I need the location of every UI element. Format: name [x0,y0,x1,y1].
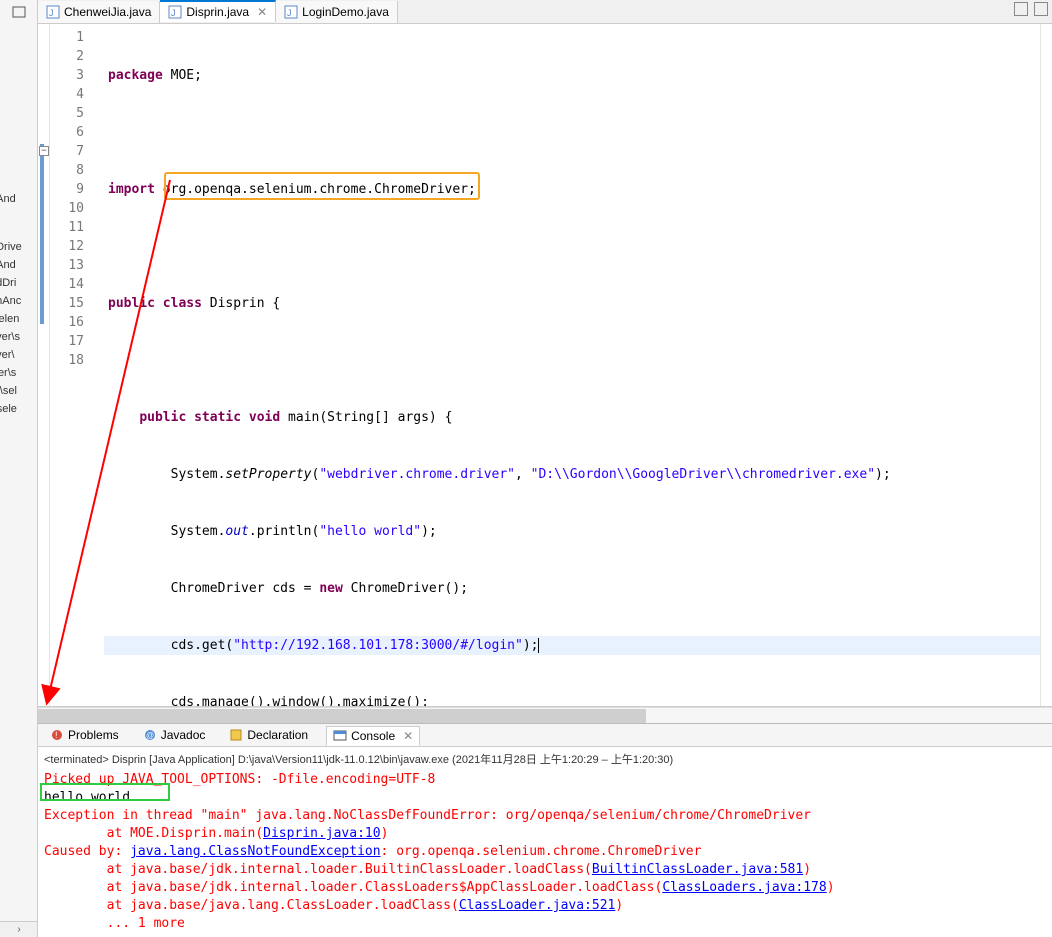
code-editor[interactable]: 1 2 3 4 5 6 −7 8 9 10 11 12 13 14 15 16 … [38,24,1052,707]
console-line: at MOE.Disprin.main(Disprin.java:10) [44,825,1046,843]
stack-trace-link[interactable]: BuiltinClassLoader.java:581 [592,862,803,877]
svg-text:J: J [287,8,292,18]
declaration-icon [229,728,243,742]
bottom-view-tabs: ! Problems @ Javadoc Declaration Console… [38,723,1052,747]
console-line: at java.base/jdk.internal.loader.ClassLo… [44,879,1046,897]
console-status: <terminated> Disprin [Java Application] … [44,751,1046,771]
maximize-view-icon[interactable] [1034,2,1048,16]
console-line: Picked up JAVA_TOOL_OPTIONS: -Dfile.enco… [44,771,1046,789]
svg-text:J: J [171,8,176,18]
java-file-icon: J [284,5,298,19]
code-area[interactable]: package MOE; import org.openqa.selenium.… [104,24,1040,706]
stack-trace-link[interactable]: ClassLoaders.java:178 [662,880,826,895]
fold-icon[interactable]: − [39,146,49,156]
tab-disprin[interactable]: J Disprin.java ✕ [160,0,276,22]
stack-trace-link[interactable]: ClassLoader.java:521 [459,898,616,913]
problems-icon: ! [50,728,64,742]
close-icon[interactable]: ✕ [257,5,267,19]
svg-text:@: @ [146,731,154,740]
svg-text:J: J [49,8,54,18]
tab-chenweijia[interactable]: J ChenweiJia.java [38,1,160,23]
tab-console[interactable]: Console ✕ [326,726,420,746]
line-number-gutter: 1 2 3 4 5 6 −7 8 9 10 11 12 13 14 15 16 … [50,24,90,706]
editor-tab-bar: J ChenweiJia.java J Disprin.java ✕ J Log… [38,0,1052,24]
console-line: Caused by: java.lang.ClassNotFoundExcept… [44,843,1046,861]
change-marker-bar [38,24,50,706]
stack-trace-link[interactable]: java.lang.ClassNotFoundException [130,844,380,859]
tab-logindemo[interactable]: J LoginDemo.java [276,1,398,23]
tab-declaration[interactable]: Declaration [223,726,314,744]
javadoc-icon: @ [143,728,157,742]
console-view[interactable]: <terminated> Disprin [Java Application] … [38,747,1052,937]
svg-text:!: ! [55,730,58,740]
left-scrollbar[interactable]: › [0,921,38,937]
restore-view-icon[interactable] [11,4,27,20]
overview-ruler[interactable] [1040,24,1052,706]
editor-horizontal-scrollbar[interactable] [38,707,1052,723]
tab-problems[interactable]: ! Problems [44,726,125,744]
stack-trace-link[interactable]: Disprin.java:10 [263,826,380,841]
tab-label: ChenweiJia.java [64,5,151,19]
close-icon[interactable]: ✕ [403,729,413,743]
console-line-hello: hello world [44,789,1046,807]
package-explorer-strip[interactable]: nAnd dDrive nAnd ndDri onAnc \selen rive… [0,0,38,937]
console-line: Exception in thread "main" java.lang.NoC… [44,807,1046,825]
minimize-view-icon[interactable] [1014,2,1028,16]
tab-label: LoginDemo.java [302,5,389,19]
console-line: at java.base/java.lang.ClassLoader.loadC… [44,897,1046,915]
java-file-icon: J [46,5,60,19]
java-file-icon: J [168,5,182,19]
console-icon [333,729,347,743]
console-line: at java.base/jdk.internal.loader.Builtin… [44,861,1046,879]
truncated-tree-labels: nAnd dDrive nAnd ndDri onAnc \selen rive… [0,190,22,418]
console-line: ... 1 more [44,915,1046,933]
tab-javadoc[interactable]: @ Javadoc [137,726,212,744]
tab-label: Disprin.java [186,5,249,19]
